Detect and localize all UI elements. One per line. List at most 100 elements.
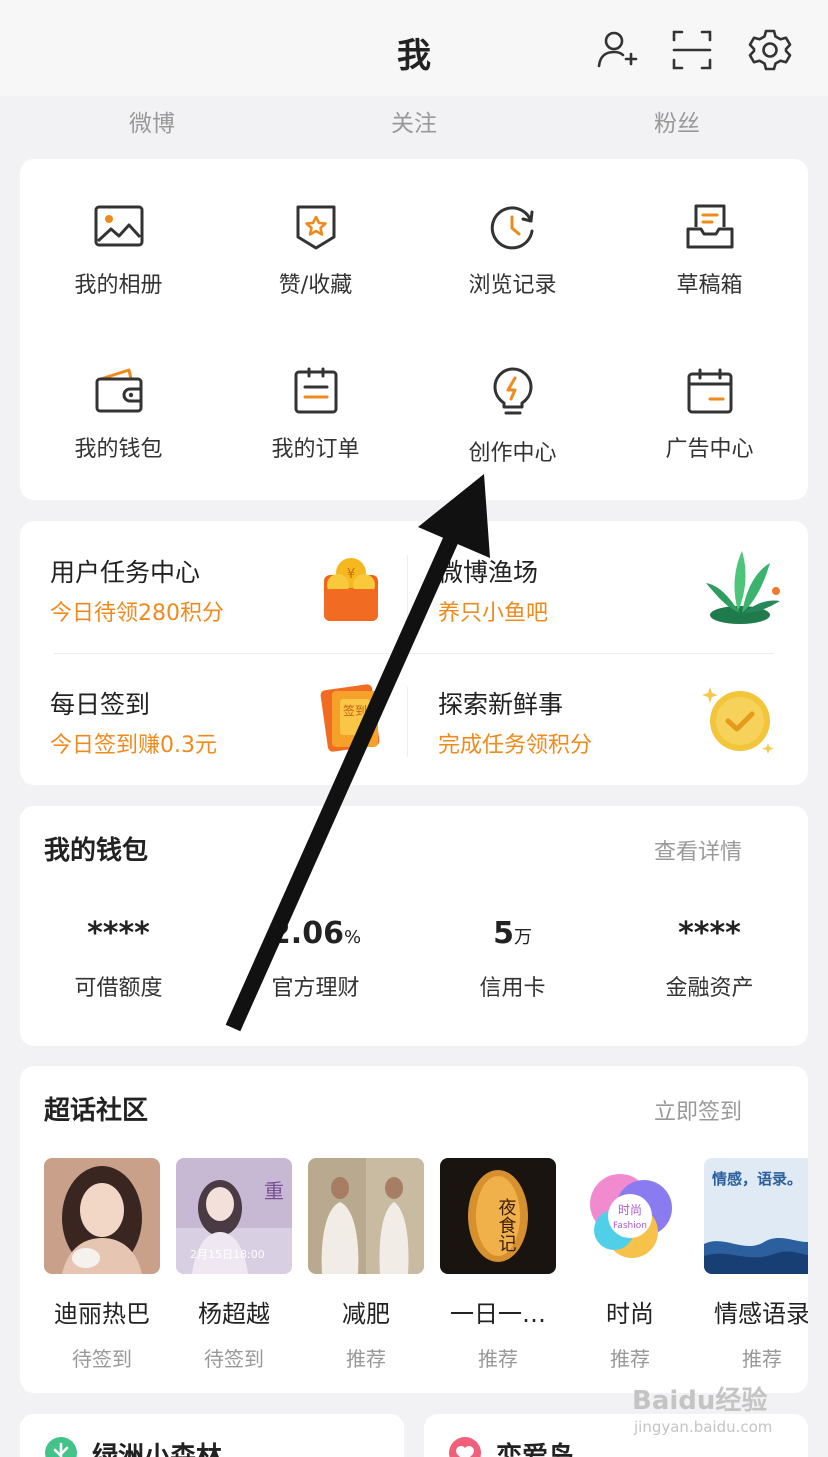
topic-thumbnail: 情感，语录。 bbox=[704, 1158, 808, 1274]
tool-history[interactable]: 浏览记录 bbox=[414, 203, 611, 299]
checkin-now-link[interactable]: 立即签到 bbox=[654, 1094, 742, 1126]
super-topic-title: 超话社区 bbox=[44, 1096, 149, 1126]
svg-text:夜食记: 夜食记 bbox=[496, 1198, 517, 1252]
profile-stats: 微博 关注 粉丝 bbox=[0, 96, 828, 142]
wallet-value: 5万 bbox=[493, 916, 532, 951]
topic-item[interactable]: 减肥 推荐 bbox=[304, 1158, 428, 1372]
task-daily-signin[interactable]: 每日签到 今日签到赚0.3元 签到 bbox=[20, 653, 414, 785]
tool-ad-center[interactable]: 广告中心 bbox=[611, 367, 808, 463]
svg-text:Fashion: Fashion bbox=[613, 1221, 647, 1231]
wallet-item-finance[interactable]: 2.06% 官方理财 bbox=[217, 916, 414, 1002]
history-icon bbox=[490, 206, 533, 250]
oasis-forest-card[interactable]: 绿洲小森林 bbox=[20, 1414, 404, 1457]
svg-text:2月15日18:00: 2月15日18:00 bbox=[190, 1248, 265, 1261]
divider bbox=[407, 555, 408, 625]
card-title: 恋爱岛 bbox=[496, 1442, 575, 1457]
ad-center-icon bbox=[687, 368, 732, 414]
wallet-title: 我的钱包 bbox=[44, 836, 149, 866]
wallet-item-loan[interactable]: **** 可借额度 bbox=[20, 916, 217, 1002]
tool-my-wallet[interactable]: 我的钱包 bbox=[20, 367, 217, 463]
top-bar: 我 bbox=[0, 0, 828, 96]
task-subtitle: 今日待领280积分 bbox=[50, 601, 224, 626]
tool-creator-center[interactable]: 创作中心 bbox=[414, 367, 611, 467]
tool-my-album[interactable]: 我的相册 bbox=[20, 203, 217, 299]
topic-thumbnail bbox=[308, 1158, 424, 1274]
task-title: 微博渔场 bbox=[438, 558, 539, 587]
wallet-value: **** bbox=[678, 916, 741, 951]
drafts-icon bbox=[686, 204, 733, 249]
add-friend-icon[interactable] bbox=[594, 28, 638, 72]
creator-center-icon bbox=[493, 367, 532, 415]
wallet-card: 我的钱包 查看详情 **** 可借额度 2.06% 官方理财 5万 信用卡 **… bbox=[20, 806, 808, 1046]
topic-status: 推荐 bbox=[742, 1347, 782, 1371]
topic-name: 时尚 bbox=[606, 1300, 654, 1328]
topic-status: 推荐 bbox=[346, 1347, 386, 1371]
topic-status: 推荐 bbox=[610, 1347, 650, 1371]
signin-card-icon: 签到 bbox=[320, 684, 380, 752]
scan-icon[interactable] bbox=[670, 28, 714, 72]
wallet-details-link[interactable]: 查看详情 bbox=[654, 834, 742, 866]
tool-label: 浏览记录 bbox=[468, 273, 557, 298]
svg-text:¥: ¥ bbox=[347, 567, 355, 582]
tool-label: 创作中心 bbox=[468, 441, 557, 466]
topic-item[interactable]: 重 2月15日18:00 杨超越 待签到 bbox=[172, 1158, 296, 1372]
stat-weibo[interactable]: 微博 bbox=[92, 104, 212, 138]
topic-name: 一日一… bbox=[450, 1300, 546, 1328]
tool-drafts[interactable]: 草稿箱 bbox=[611, 203, 808, 299]
tools-card: 我的相册 赞/收藏 浏览记录 草稿箱 我的钱包 我的订单 创作中心 广告中心 bbox=[20, 159, 808, 500]
wallet-icon bbox=[95, 368, 142, 413]
coin-bag-icon: ¥ bbox=[324, 558, 378, 621]
oasis-forest-icon bbox=[45, 1437, 77, 1457]
topic-item[interactable]: 情感，语录。 情感语录 推荐 bbox=[700, 1158, 808, 1372]
photo-album-icon bbox=[94, 205, 143, 247]
svg-text:重: 重 bbox=[264, 1179, 284, 1203]
topic-item[interactable]: 时尚 Fashion 时尚 推荐 bbox=[568, 1158, 692, 1372]
svg-text:时尚: 时尚 bbox=[618, 1203, 642, 1217]
topic-thumbnail: 夜食记 bbox=[440, 1158, 556, 1274]
tool-likes-favorites[interactable]: 赞/收藏 bbox=[217, 203, 414, 299]
plant-icon bbox=[706, 551, 780, 624]
check-coin-icon bbox=[702, 687, 774, 754]
topic-item[interactable]: 迪丽热巴 待签到 bbox=[40, 1158, 164, 1372]
topic-status: 推荐 bbox=[478, 1347, 518, 1371]
tool-label: 我的钱包 bbox=[74, 437, 163, 462]
stat-followers[interactable]: 粉丝 bbox=[617, 104, 737, 138]
svg-text:情感，语录。: 情感，语录。 bbox=[712, 1170, 802, 1188]
wallet-label: 官方理财 bbox=[271, 976, 360, 1001]
stat-following[interactable]: 关注 bbox=[354, 104, 474, 138]
topic-name: 迪丽热巴 bbox=[54, 1300, 150, 1328]
wallet-label: 可借额度 bbox=[74, 976, 163, 1001]
topic-name: 减肥 bbox=[342, 1300, 390, 1328]
wallet-label: 金融资产 bbox=[665, 976, 754, 1001]
topic-name: 杨超越 bbox=[198, 1300, 270, 1328]
tool-label: 我的订单 bbox=[271, 437, 360, 462]
wallet-item-assets[interactable]: **** 金融资产 bbox=[611, 916, 808, 1002]
task-title: 探索新鲜事 bbox=[438, 690, 564, 719]
task-weibo-fishery[interactable]: 微博渔场 养只小鱼吧 bbox=[414, 521, 808, 653]
topic-thumbnail: 时尚 Fashion bbox=[572, 1158, 688, 1274]
task-subtitle: 今日签到赚0.3元 bbox=[50, 733, 217, 758]
wallet-value: **** bbox=[87, 916, 150, 951]
topic-status: 待签到 bbox=[204, 1347, 264, 1371]
wallet-label: 信用卡 bbox=[479, 976, 546, 1001]
orders-icon bbox=[294, 367, 337, 414]
svg-text:签到: 签到 bbox=[343, 703, 367, 718]
topic-item[interactable]: 夜食记 一日一… 推荐 bbox=[436, 1158, 560, 1372]
topic-name: 情感语录 bbox=[714, 1300, 808, 1328]
task-title: 用户任务中心 bbox=[50, 558, 201, 587]
card-title: 绿洲小森林 bbox=[92, 1442, 223, 1457]
watermark-url: jingyan.baidu.com bbox=[634, 1418, 773, 1436]
task-title: 每日签到 bbox=[50, 690, 151, 719]
task-subtitle: 养只小鱼吧 bbox=[438, 601, 549, 626]
super-topic-card: 超话社区 立即签到 迪丽热巴 待签到 重 2月15日18:00 杨超越 待签到 … bbox=[20, 1066, 808, 1393]
tool-label: 草稿箱 bbox=[676, 273, 743, 298]
task-user-center[interactable]: 用户任务中心 今日待领280积分 ¥ bbox=[20, 521, 414, 653]
watermark: Baidu经验 bbox=[632, 1386, 768, 1416]
settings-gear-icon[interactable] bbox=[748, 28, 792, 72]
task-explore-news[interactable]: 探索新鲜事 完成任务领积分 bbox=[414, 653, 808, 785]
task-subtitle: 完成任务领积分 bbox=[438, 733, 593, 758]
tool-label: 我的相册 bbox=[74, 273, 163, 298]
tool-my-orders[interactable]: 我的订单 bbox=[217, 367, 414, 463]
wallet-item-credit-card[interactable]: 5万 信用卡 bbox=[414, 916, 611, 1002]
heart-icon bbox=[449, 1437, 481, 1457]
